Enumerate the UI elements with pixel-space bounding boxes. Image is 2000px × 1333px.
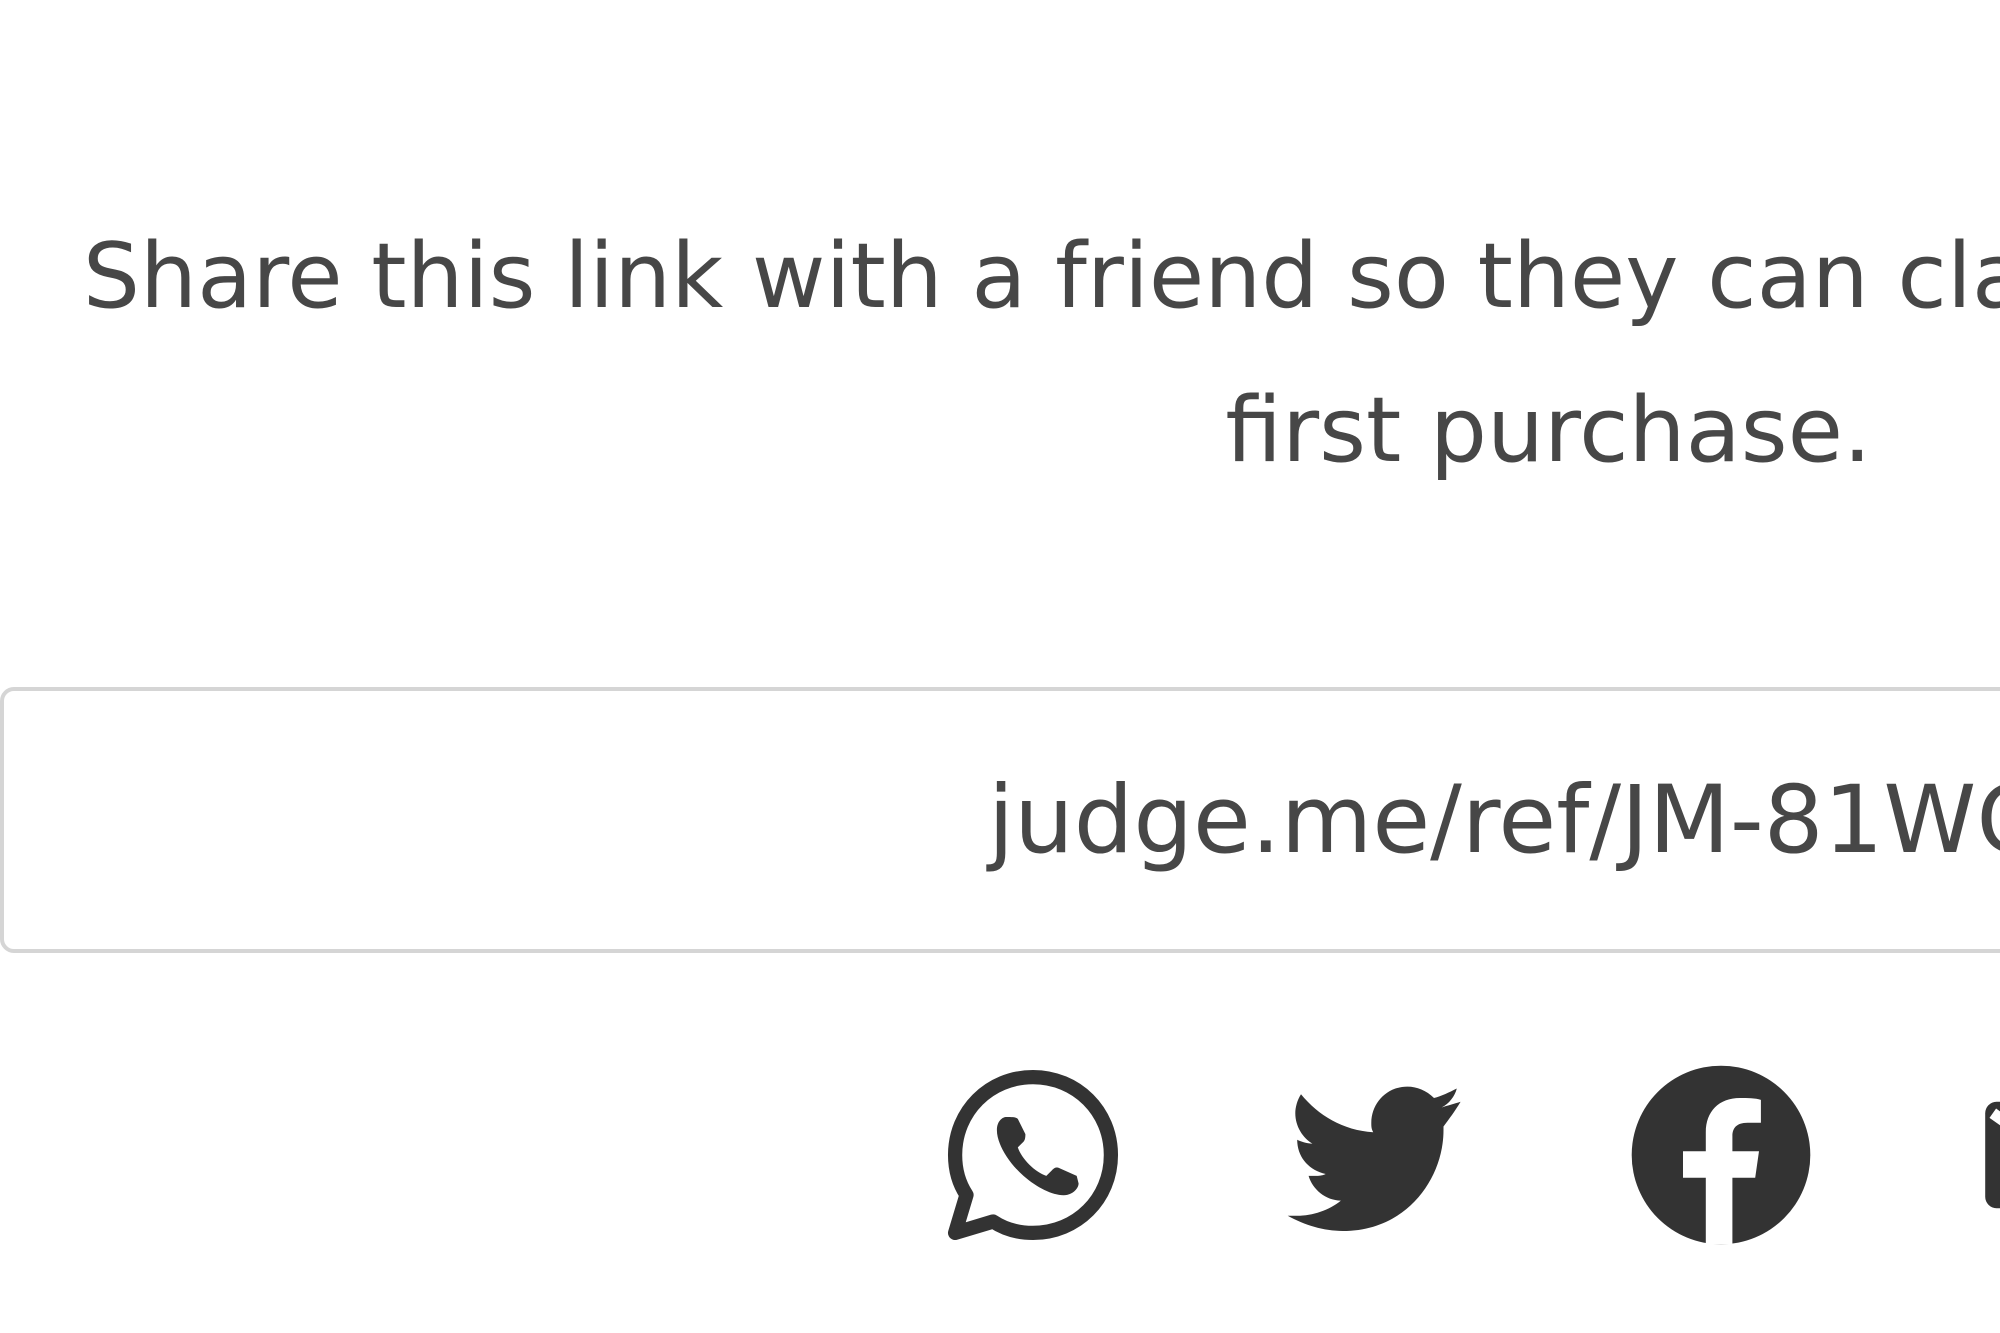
whatsapp-icon: [938, 1060, 1128, 1250]
share-message: Share this link with a friend so they ca…: [82, 224, 2000, 483]
share-twitter-button[interactable]: [1280, 1058, 1474, 1252]
twitter-icon: [1282, 1060, 1472, 1250]
referral-link-field[interactable]: [0, 687, 2000, 953]
share-facebook-button[interactable]: [1624, 1058, 1818, 1252]
share-buttons: [0, 1058, 2000, 1252]
referral-share-page: Share this link with a friend so they ca…: [0, 0, 2000, 1333]
share-email-button[interactable]: [1968, 1058, 2000, 1252]
email-icon: [1970, 1060, 2000, 1250]
facebook-icon: [1626, 1060, 1816, 1250]
referral-panel: Share this link with a friend so they ca…: [0, 0, 2000, 1333]
share-whatsapp-button[interactable]: [936, 1058, 1130, 1252]
